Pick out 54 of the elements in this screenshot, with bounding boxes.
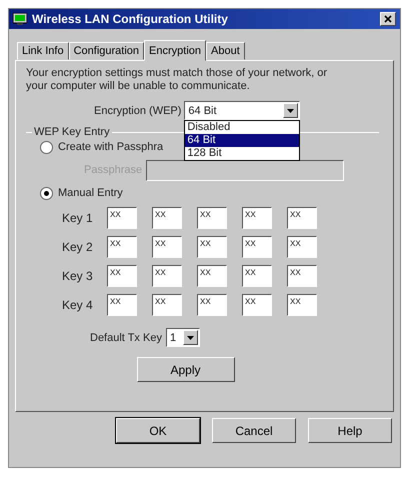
- caret-icon: [287, 108, 294, 112]
- default-tx-key-label: Default Tx Key: [90, 332, 162, 344]
- notice-text: Your encryption settings must match those of your network, or your computer will be unable to communicate.: [26, 67, 328, 93]
- key-label: Key 4: [62, 298, 94, 312]
- key-field[interactable]: XX: [197, 207, 227, 229]
- dropdown-arrow-button[interactable]: [182, 330, 198, 345]
- radio-label: Manual Entry: [58, 187, 123, 199]
- key-field[interactable]: XX: [152, 207, 182, 229]
- dropdown-option[interactable]: 64 Bit: [185, 134, 300, 147]
- radio-label: Create with Passphra: [58, 141, 164, 153]
- dialog-button[interactable]: OK: [116, 418, 200, 443]
- dialog-button[interactable]: Help: [308, 418, 392, 443]
- tab[interactable]: About: [206, 42, 245, 60]
- key-field[interactable]: XX: [152, 265, 182, 287]
- dropdown-option[interactable]: Disabled: [185, 121, 300, 134]
- key-field[interactable]: XX: [107, 265, 137, 287]
- key-field[interactable]: XX: [197, 294, 227, 316]
- key-field[interactable]: XX: [107, 207, 137, 229]
- key-field[interactable]: XX: [152, 294, 182, 316]
- key-field[interactable]: XX: [197, 236, 227, 258]
- group-title: WEP Key Entry: [33, 126, 111, 138]
- key-field[interactable]: XX: [242, 207, 272, 229]
- radio-button[interactable]: [40, 186, 53, 200]
- key-field[interactable]: XX: [287, 207, 317, 229]
- monitor-icon: [13, 13, 27, 25]
- key-field[interactable]: XX: [242, 265, 272, 287]
- key-field[interactable]: XX: [287, 294, 317, 316]
- dialog-button[interactable]: Cancel: [212, 418, 296, 443]
- close-icon: [384, 15, 392, 23]
- key-field[interactable]: XX: [287, 265, 317, 287]
- key-field[interactable]: XX: [107, 294, 137, 316]
- radio-button[interactable]: [40, 140, 53, 154]
- caret-icon: [186, 336, 194, 340]
- key-field[interactable]: XX: [287, 236, 317, 258]
- key-field[interactable]: XX: [152, 236, 182, 258]
- apply-button[interactable]: Apply: [136, 357, 234, 382]
- passphrase-field[interactable]: [146, 160, 344, 180]
- tab[interactable]: Encryption: [144, 40, 206, 61]
- tab[interactable]: Configuration: [68, 42, 144, 60]
- encryption-label: Encryption (WEP): [94, 104, 182, 116]
- close-button[interactable]: [380, 12, 396, 26]
- key-field[interactable]: XX: [242, 236, 272, 258]
- tab[interactable]: Link Info: [17, 42, 69, 60]
- dropdown-option[interactable]: 128 Bit: [185, 147, 300, 160]
- dropdown-arrow-button[interactable]: [283, 103, 298, 118]
- key-label: Key 2: [62, 240, 94, 254]
- key-field[interactable]: XX: [107, 236, 137, 258]
- key-label: Key 1: [62, 211, 94, 225]
- default-tx-key-dropdown[interactable]: 1: [166, 328, 200, 347]
- key-field[interactable]: XX: [197, 265, 227, 287]
- window-title: Wireless LAN Configuration Utility: [32, 12, 229, 26]
- key-label: Key 3: [62, 269, 94, 283]
- encryption-dropdown[interactable]: 64 Bit: [184, 101, 300, 120]
- key-field[interactable]: XX: [242, 294, 272, 316]
